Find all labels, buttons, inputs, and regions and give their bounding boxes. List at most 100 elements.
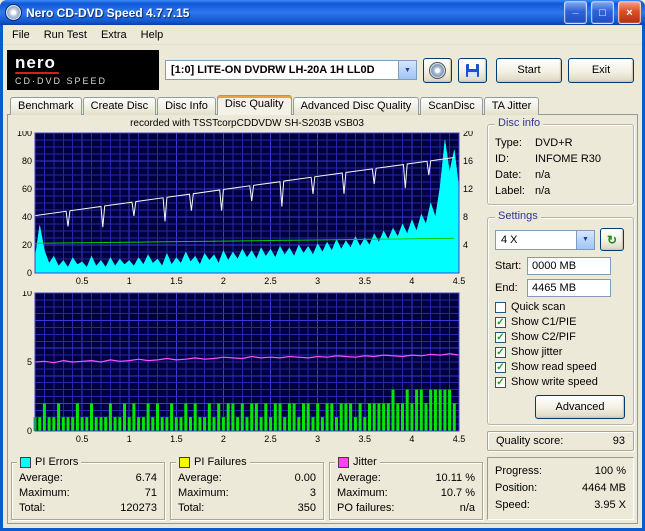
pi-failures-legend-icon [179,456,190,468]
stat-label: Total: [19,502,46,514]
speed-value: 3.95 X [594,499,626,511]
menubar: File Run Test Extra Help [3,25,642,45]
tab-disc-quality[interactable]: Disc Quality [216,95,292,115]
refresh-icon: ↻ [606,232,618,247]
disc-quality-page: recorded with TSSTcorpCDDVDW SH-S203B vS… [7,114,638,524]
checkbox-box[interactable] [495,301,506,313]
minimize-button[interactable]: _ [564,1,587,24]
close-button[interactable]: × [618,1,641,24]
svg-text:4.5: 4.5 [453,276,466,286]
chevron-down-icon[interactable]: ▼ [576,230,594,249]
stat-value: 71 [144,487,157,499]
refresh-button[interactable]: ↻ [600,228,624,251]
disc-info-label: Type: [495,137,522,149]
svg-text:4: 4 [463,240,468,250]
checkbox-label: Quick scan [511,301,566,313]
tab-benchmark[interactable]: Benchmark [10,97,82,115]
eject-disc-button[interactable] [423,57,452,83]
svg-text:40: 40 [22,212,32,222]
stat-label: PO failures: [337,502,395,514]
checkbox-show-c1-pie[interactable]: ✓ Show C1/PIE [495,316,626,328]
progress-panel: Progress: 100 % Position: 4464 MB Speed: 3.… [487,457,634,520]
logo-swoosh [15,72,59,74]
stat-value: 120273 [120,502,157,514]
window-body: File Run Test Extra Help nero CD·DVD SPE… [3,25,642,528]
disc-info-group-title: Disc info [495,117,544,129]
checkbox-box[interactable]: ✓ [495,316,506,328]
chevron-down-icon[interactable]: ▼ [398,61,416,79]
charts-column: recorded with TSSTcorpCDDVDW SH-S203B vS… [11,118,483,520]
chart-header: recorded with TSSTcorpCDDVDW SH-S203B vS… [130,118,364,129]
pi-failures-title: PI Failures [194,456,247,468]
menu-run-test[interactable]: Run Test [37,27,94,43]
svg-text:0.5: 0.5 [76,276,89,286]
stat-value: 10.11 % [435,472,475,484]
svg-text:80: 80 [22,156,32,166]
pi-errors-chart: 0 20 40 60 80 100 4 8 12 16 20 0.5 1 1.5 2 2.5 3 3.5 4 4.5 [17,131,473,286]
tab-advanced-disc-quality[interactable]: Advanced Disc Quality [292,97,420,115]
disc-icon [429,61,446,79]
right-panel: Disc info Type: DVD+R ID: INFOME R30 Date:… [487,117,634,520]
menu-help[interactable]: Help [134,27,171,43]
stat-value: 0.00 [294,472,316,484]
scan-speed-select[interactable]: 4 X ▼ [495,229,595,250]
position-label: Position: [495,482,538,494]
menu-extra[interactable]: Extra [94,27,134,43]
svg-text:20: 20 [463,131,473,138]
exit-button[interactable]: Exit [568,57,634,83]
checkbox-quick-scan[interactable]: Quick scan [495,301,626,313]
drive-select[interactable]: [1:0] LITE-ON DVDRW LH-20A 1H LL0D ▼ [165,60,417,80]
checkbox-box[interactable]: ✓ [495,331,506,343]
svg-text:2: 2 [221,434,226,444]
checkbox-box[interactable]: ✓ [495,346,506,358]
speed-label: Speed: [495,499,530,511]
jitter-stats: Jitter Average: 10.11 % Maximum: 10.7 % PO… [329,456,483,520]
menu-file[interactable]: File [5,27,37,43]
stat-label: Total: [178,502,205,514]
window-title: Nero CD-DVD Speed 4.7.7.15 [26,5,190,20]
start-field-label: Start: [495,260,522,272]
pi-failures-jitter-chart: 0 5 10 0.5 1 1.5 2 2.5 3 3.5 4 4.5 [22,291,466,444]
checkbox-label: Show jitter [511,346,563,358]
svg-text:1: 1 [127,434,132,444]
checkbox-show-write-speed[interactable]: ✓ Show write speed [495,376,626,388]
end-position-field[interactable]: 4465 MB [527,279,611,297]
svg-text:12: 12 [463,184,473,194]
logo-brand-text: nero [15,53,56,72]
start-position-field[interactable]: 0000 MB [527,257,611,275]
stat-label: Maximum: [337,487,388,499]
checkbox-box[interactable]: ✓ [495,361,506,373]
stat-value: 10.7 % [440,487,475,499]
stat-value: n/a [459,502,475,514]
logo-product-text: CD·DVD SPEED [15,76,108,86]
svg-text:3: 3 [315,434,320,444]
checkbox-box[interactable]: ✓ [495,376,506,388]
maximize-button[interactable]: □ [591,1,614,24]
svg-text:100: 100 [17,131,32,138]
nero-logo: nero CD·DVD SPEED [7,50,159,90]
start-button[interactable]: Start [496,57,562,83]
tab-ta-jitter[interactable]: TA Jitter [483,97,540,115]
settings-group-title: Settings [495,210,541,222]
checkbox-label: Show C1/PIE [511,316,577,328]
checkbox-show-c2-pif[interactable]: ✓ Show C2/PIF [495,331,626,343]
svg-text:2.5: 2.5 [264,276,277,286]
progress-value: 100 % [594,465,626,477]
tab-scandisc[interactable]: ScanDisc [420,97,483,115]
tab-disc-info[interactable]: Disc Info [157,97,216,115]
header-toolbar: nero CD·DVD SPEED [1:0] LITE-ON DVDRW LH… [3,45,642,95]
svg-text:4.5: 4.5 [453,434,466,444]
quality-score-box: Quality score: 93 [487,431,634,451]
advanced-button[interactable]: Advanced [535,395,625,419]
progress-label: Progress: [495,465,543,477]
svg-text:16: 16 [463,156,473,166]
scan-speed-value: 4 X [501,233,518,246]
app-window: Nero CD-DVD Speed 4.7.7.15 _ □ × File Ru… [0,0,645,531]
save-button[interactable] [458,57,487,83]
svg-text:0: 0 [27,268,32,278]
checkbox-show-read-speed[interactable]: ✓ Show read speed [495,361,626,373]
tab-create-disc[interactable]: Create Disc [82,97,157,115]
svg-text:10: 10 [22,291,32,298]
checkbox-show-jitter[interactable]: ✓ Show jitter [495,346,626,358]
svg-text:3.5: 3.5 [359,276,372,286]
